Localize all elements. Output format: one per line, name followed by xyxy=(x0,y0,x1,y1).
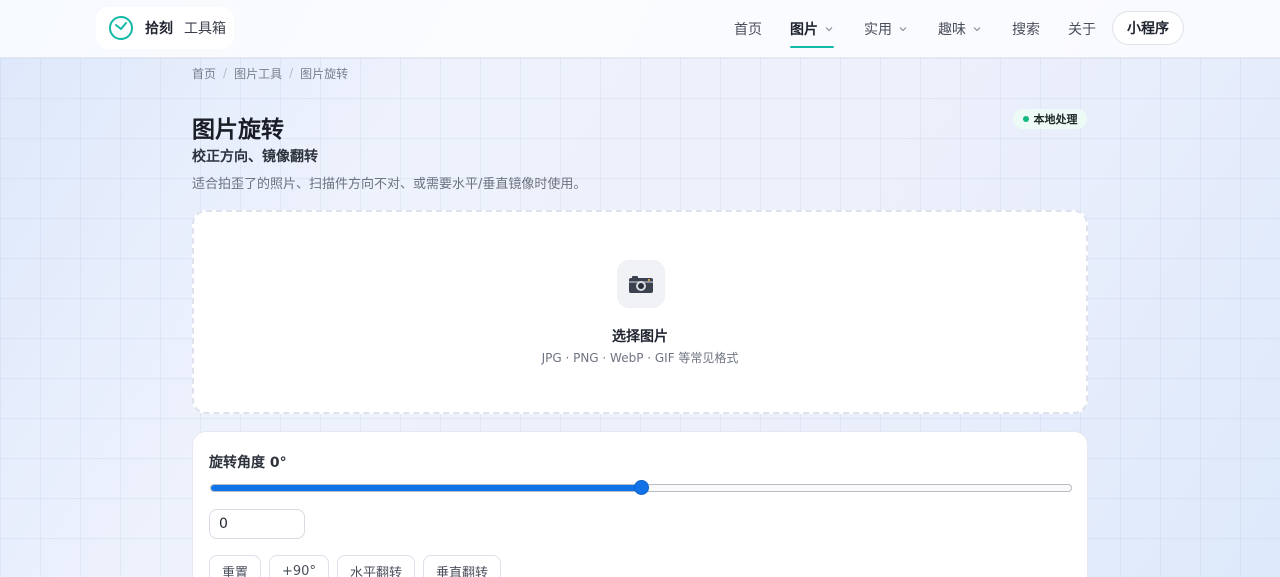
breadcrumb-home[interactable]: 首页 xyxy=(192,65,216,82)
nav-fun-label: 趣味 xyxy=(938,22,966,38)
site-logo[interactable]: 拾刻 工具箱 xyxy=(96,7,234,49)
rotation-controls-card: 旋转角度 0° 重置 +90° 水平翻转 垂直翻转 xyxy=(192,431,1088,577)
nav-search[interactable]: 搜索 xyxy=(1012,0,1040,58)
rotation-angle-input[interactable] xyxy=(209,509,305,539)
reset-button[interactable]: 重置 xyxy=(209,555,262,577)
nav-home[interactable]: 首页 xyxy=(734,0,762,58)
nav-about-label: 关于 xyxy=(1068,22,1096,38)
rotation-button-row: 重置 +90° 水平翻转 垂直翻转 xyxy=(209,555,509,577)
status-dot xyxy=(1022,116,1029,122)
badge-label: 本地处理 xyxy=(1033,113,1078,126)
image-upload-dropzone[interactable]: 选择图片 JPG · PNG · WebP · GIF 等常见格式 xyxy=(192,210,1088,414)
upload-title: 选择图片 xyxy=(612,329,668,345)
clock-logo-icon xyxy=(109,16,133,40)
nav-image-label: 图片 xyxy=(790,22,818,38)
nav-about[interactable]: 关于 xyxy=(1068,0,1096,58)
page-title: 图片旋转 xyxy=(192,117,284,143)
chevron-down-icon xyxy=(825,27,833,32)
rotation-angle-label: 旋转角度 0° xyxy=(209,455,287,471)
breadcrumb-separator: / xyxy=(289,66,294,80)
flip-horizontal-button[interactable]: 水平翻转 xyxy=(336,555,415,577)
breadcrumb-image-tools[interactable]: 图片工具 xyxy=(234,65,282,82)
breadcrumb: 首页 / 图片工具 / 图片旋转 xyxy=(192,64,348,82)
local-processing-badge: 本地处理 xyxy=(1013,109,1087,129)
nav-fun[interactable]: 趣味 xyxy=(938,0,982,58)
chevron-down-icon xyxy=(899,27,907,32)
nav-search-label: 搜索 xyxy=(1012,22,1040,38)
nav-image[interactable]: 图片 xyxy=(790,0,834,58)
logo-subtitle: 工具箱 xyxy=(184,21,226,37)
top-navbar: 拾刻 工具箱 首页 图片 实用 趣味 搜索 关于 小程序 xyxy=(0,0,1280,58)
logo-name: 拾刻 xyxy=(145,21,173,37)
mini-program-button[interactable]: 小程序 xyxy=(1112,11,1184,45)
page-description: 适合拍歪了的照片、扫描件方向不对、或需要水平/垂直镜像时使用。 xyxy=(192,177,587,192)
rotation-slider-thumb[interactable] xyxy=(633,480,649,495)
rotation-slider-fill xyxy=(211,485,641,491)
nav-utility[interactable]: 实用 xyxy=(864,0,908,58)
page-subtitle: 校正方向、镜像翻转 xyxy=(192,149,318,165)
camera-icon xyxy=(617,260,665,308)
upload-format-hint: JPG · PNG · WebP · GIF 等常见格式 xyxy=(541,351,739,365)
rotate-plus-90-button[interactable]: +90° xyxy=(269,555,329,577)
chevron-down-icon xyxy=(973,27,981,32)
nav-utility-label: 实用 xyxy=(864,22,892,38)
nav-home-label: 首页 xyxy=(734,22,762,38)
breadcrumb-current: 图片旋转 xyxy=(300,66,349,81)
flip-vertical-button[interactable]: 垂直翻转 xyxy=(422,555,501,577)
breadcrumb-separator: / xyxy=(223,66,228,80)
